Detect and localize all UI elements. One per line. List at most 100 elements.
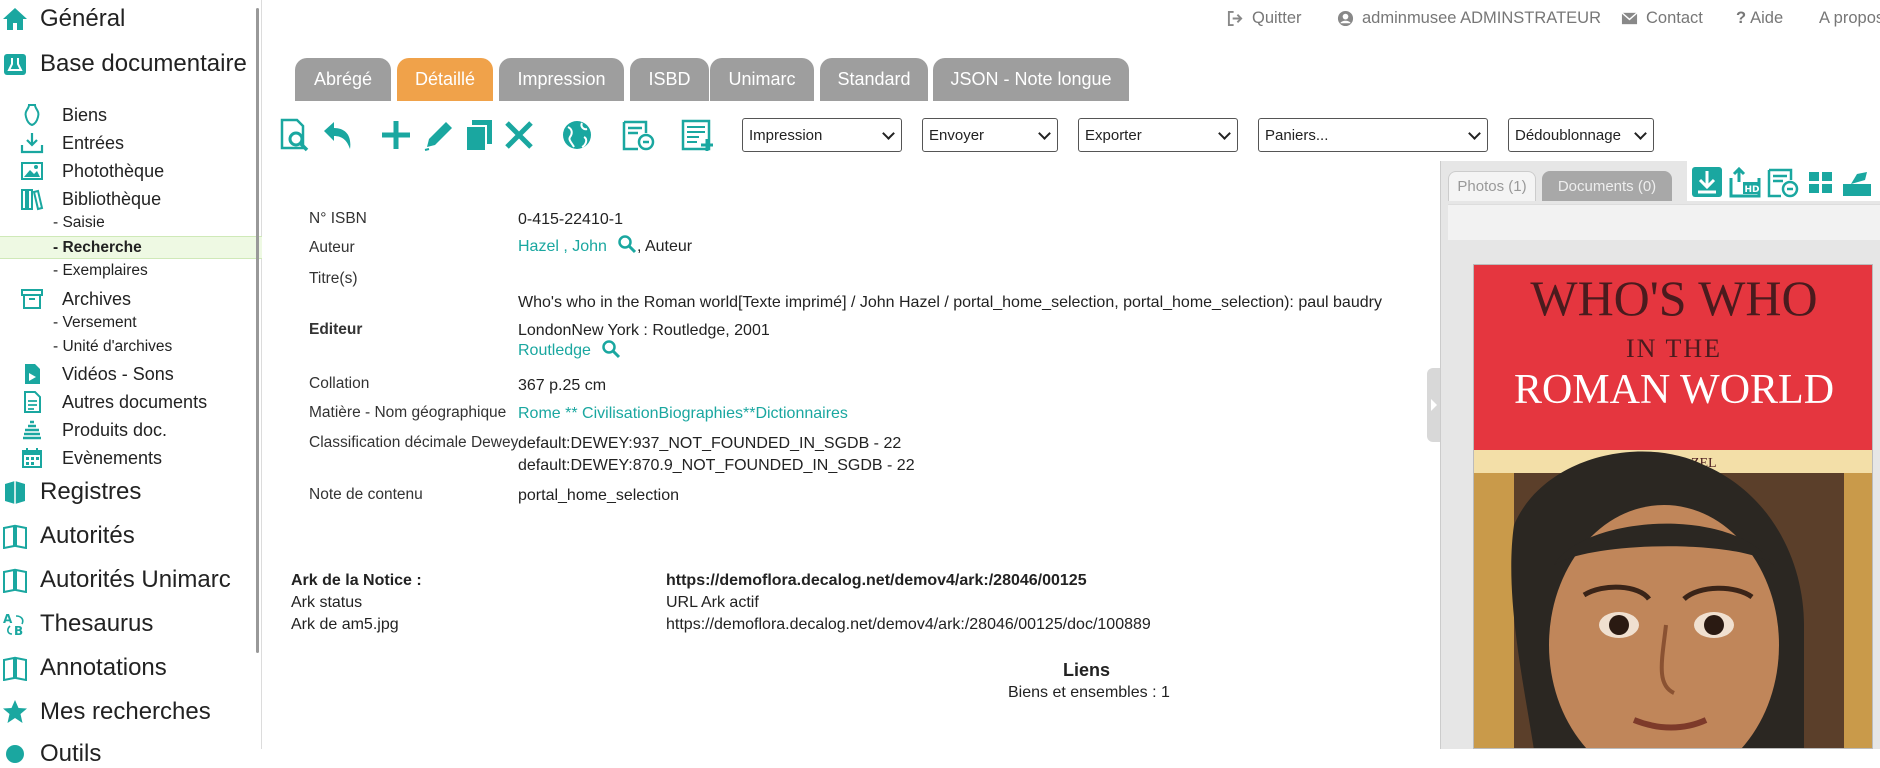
tab-documents[interactable]: Documents (0) (1542, 171, 1672, 201)
panel-toolbar: HD (1687, 161, 1880, 201)
tab-unimarc[interactable]: Unimarc (710, 58, 814, 101)
dedoublonnage-select[interactable]: Dédoublonnage (1508, 118, 1654, 152)
ark-notice-url: https://demoflora.decalog.net/demov4/ark… (666, 572, 1087, 589)
collation-label: Collation (309, 375, 370, 392)
archive-box-icon (21, 289, 43, 309)
view-list-icon[interactable] (620, 117, 656, 153)
sidebar-section-label: Général (40, 5, 126, 32)
sidebar-scrollbar[interactable] (256, 8, 259, 653)
form-add-icon[interactable] (680, 117, 716, 153)
edit-icon[interactable] (421, 117, 457, 153)
help-label: Aide (1750, 9, 1784, 27)
grid-icon[interactable] (1805, 166, 1837, 198)
open-book-icon (3, 568, 27, 593)
title-label: Titre(s) (309, 270, 358, 287)
about-link[interactable]: A propos (1819, 9, 1880, 28)
tab-json-note-longue[interactable]: JSON - Note longue (933, 58, 1129, 101)
sidebar-item-label: Evènements (62, 447, 163, 468)
title-value: Who's who in the Roman world[Texte impri… (518, 294, 1382, 311)
help-link[interactable]: ? Aide (1736, 9, 1783, 28)
impression-select[interactable]: Impression (742, 118, 902, 152)
view-list-icon[interactable] (1767, 166, 1799, 198)
search-icon[interactable] (617, 234, 637, 254)
sidebar: Général Base documentaire Biens Entrées … (0, 0, 262, 767)
sidebar-sub-saisie[interactable]: - Saisie (53, 214, 105, 232)
sidebar-item-label: Autres documents (62, 391, 208, 412)
tools-icon (6, 745, 24, 763)
quit-link[interactable]: Quitter (1227, 9, 1302, 28)
document-icon (24, 391, 41, 413)
preview-icon[interactable] (277, 117, 313, 153)
sidebar-item-bibliotheque[interactable]: Bibliothèque (20, 187, 161, 211)
sidebar-item-produits-doc[interactable]: Produits doc. (20, 418, 167, 442)
sidebar-item-archives[interactable]: Archives (20, 287, 131, 311)
sidebar-section-autorites[interactable]: Autorités (0, 522, 135, 550)
sidebar-section-registres[interactable]: Registres (0, 478, 141, 506)
links-biens-ensembles[interactable]: Biens et ensembles : 1 (1008, 684, 1170, 702)
envoyer-select[interactable]: Envoyer (922, 118, 1058, 152)
sidebar-sub-exemplaires[interactable]: - Exemplaires (53, 262, 148, 280)
publisher-link[interactable]: Routledge (518, 342, 591, 360)
sidebar-section-label: Annotations (40, 654, 167, 681)
sidebar-section-mes-recherches[interactable]: Mes recherches (0, 698, 211, 726)
stamp-icon[interactable] (1841, 166, 1873, 198)
contact-link[interactable]: Contact (1621, 9, 1703, 28)
globe-icon[interactable] (560, 117, 596, 153)
sidebar-section-base-documentaire[interactable]: Base documentaire (0, 50, 247, 78)
sidebar-item-label: Entrées (62, 132, 125, 153)
open-book-icon (3, 524, 27, 549)
delete-icon[interactable] (501, 117, 537, 153)
sidebar-item-videos-sons[interactable]: Vidéos - Sons (20, 362, 174, 386)
sidebar-item-entrees[interactable]: Entrées (20, 131, 124, 155)
note-value: portal_home_selection (518, 487, 679, 504)
about-label: A propos (1819, 9, 1880, 27)
ark-status-value: URL Ark actif (666, 594, 759, 611)
undo-icon[interactable] (320, 117, 356, 153)
author-role: , Auteur (636, 238, 693, 255)
sidebar-sub-unite-archives[interactable]: - Unité d'archives (53, 338, 172, 356)
sidebar-item-autres-documents[interactable]: Autres documents (20, 390, 207, 414)
ark-image-label: Ark de am5.jpg (291, 616, 399, 633)
select-value: Exporter (1085, 126, 1142, 144)
paniers-select[interactable]: Paniers... (1258, 118, 1488, 152)
author-link[interactable]: Hazel , John (518, 238, 607, 256)
sidebar-section-annotations[interactable]: Annotations (0, 654, 167, 682)
contact-label: Contact (1646, 9, 1703, 27)
copy-icon[interactable] (461, 117, 497, 153)
exporter-select[interactable]: Exporter (1078, 118, 1238, 152)
subject-link[interactable]: Rome ** CivilisationBiographies**Diction… (518, 405, 848, 423)
tab-impression[interactable]: Impression (499, 58, 624, 101)
tab-abrege[interactable]: Abrégé (295, 58, 391, 101)
sidebar-sub-recherche[interactable]: - Recherche (0, 236, 262, 259)
ark-notice-label: Ark de la Notice : (291, 572, 422, 589)
upload-hd-icon[interactable]: HD (1729, 166, 1761, 198)
tab-detaille[interactable]: Détaillé (397, 58, 493, 101)
sidebar-item-phototheque[interactable]: Photothèque (20, 159, 164, 183)
sidebar-section-autorites-unimarc[interactable]: Autorités Unimarc (0, 566, 231, 594)
user-link[interactable]: adminmusee ADMINSTRATEUR (1337, 9, 1601, 28)
sidebar-section-label: Autorités Unimarc (40, 566, 231, 593)
chevron-down-icon (882, 127, 895, 140)
sidebar-item-evenements[interactable]: Evènements (20, 446, 162, 470)
sidebar-section-outils[interactable]: Outils (0, 740, 101, 768)
download-icon[interactable] (1691, 166, 1723, 198)
add-icon[interactable] (378, 117, 414, 153)
sidebar-item-biens[interactable]: Biens (20, 103, 107, 127)
sidebar-section-general[interactable]: Général (0, 5, 125, 33)
isbn-value: 0-415-22410-1 (518, 211, 623, 228)
sidebar-section-thesaurus[interactable]: AB Thesaurus (0, 610, 153, 638)
tab-standard[interactable]: Standard (820, 58, 928, 101)
tab-photos[interactable]: Photos (1) (1448, 171, 1536, 201)
book-cover-image[interactable]: WHO'S WHO IN THE ROMAN WORLD JOHN HAZEL (1473, 264, 1873, 749)
sidebar-sub-versement[interactable]: - Versement (53, 314, 137, 332)
subject-label: Matière - Nom géographique (309, 404, 507, 421)
collation-value: 367 p.25 cm (518, 377, 607, 394)
sidebar-section-label: Autorités (40, 522, 135, 549)
select-value: Dédoublonnage (1515, 126, 1621, 144)
search-icon[interactable] (601, 339, 621, 359)
panel-collapse-handle[interactable] (1427, 368, 1441, 442)
tab-isbd[interactable]: ISBD (630, 58, 709, 101)
quit-label: Quitter (1252, 9, 1302, 27)
svg-text:A: A (3, 612, 13, 626)
sidebar-item-label: Biens (62, 104, 108, 125)
